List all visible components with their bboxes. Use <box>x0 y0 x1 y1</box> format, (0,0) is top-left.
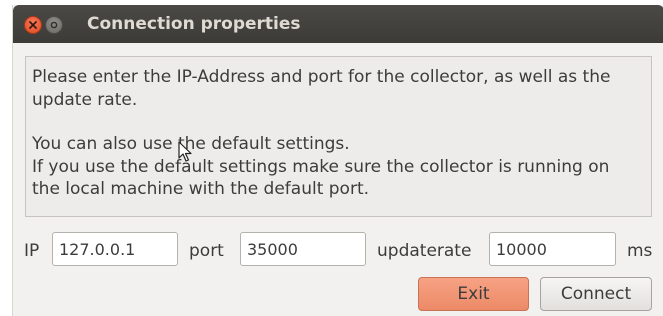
mouse-pointer-icon <box>178 141 192 162</box>
message-line: the local machine with the default port. <box>32 179 370 199</box>
port-input[interactable] <box>240 232 366 266</box>
updaterate-label: updaterate <box>377 241 472 261</box>
message-line: Please enter the IP-Address and port for… <box>32 67 611 87</box>
message-line: update rate. <box>32 89 138 110</box>
updaterate-input[interactable] <box>489 232 616 266</box>
connect-button[interactable]: Connect <box>540 277 652 311</box>
title-bar[interactable]: Connection properties <box>13 5 663 43</box>
info-message-panel: Please enter the IP-Address and port for… <box>25 56 652 217</box>
unit-label-ms: ms <box>627 241 653 261</box>
dialog-window: Connection properties Please enter the I… <box>12 5 663 316</box>
minimize-icon[interactable] <box>45 16 63 34</box>
exit-button[interactable]: Exit <box>418 277 529 311</box>
close-icon[interactable] <box>24 16 42 34</box>
port-label: port <box>189 241 224 261</box>
window-title: Connection properties <box>87 14 301 34</box>
message-line: If you use the default settings make sur… <box>32 156 610 177</box>
ip-label: IP <box>24 241 40 261</box>
ip-input[interactable] <box>52 232 178 266</box>
message-line: You can also use the default settings. <box>32 134 350 154</box>
